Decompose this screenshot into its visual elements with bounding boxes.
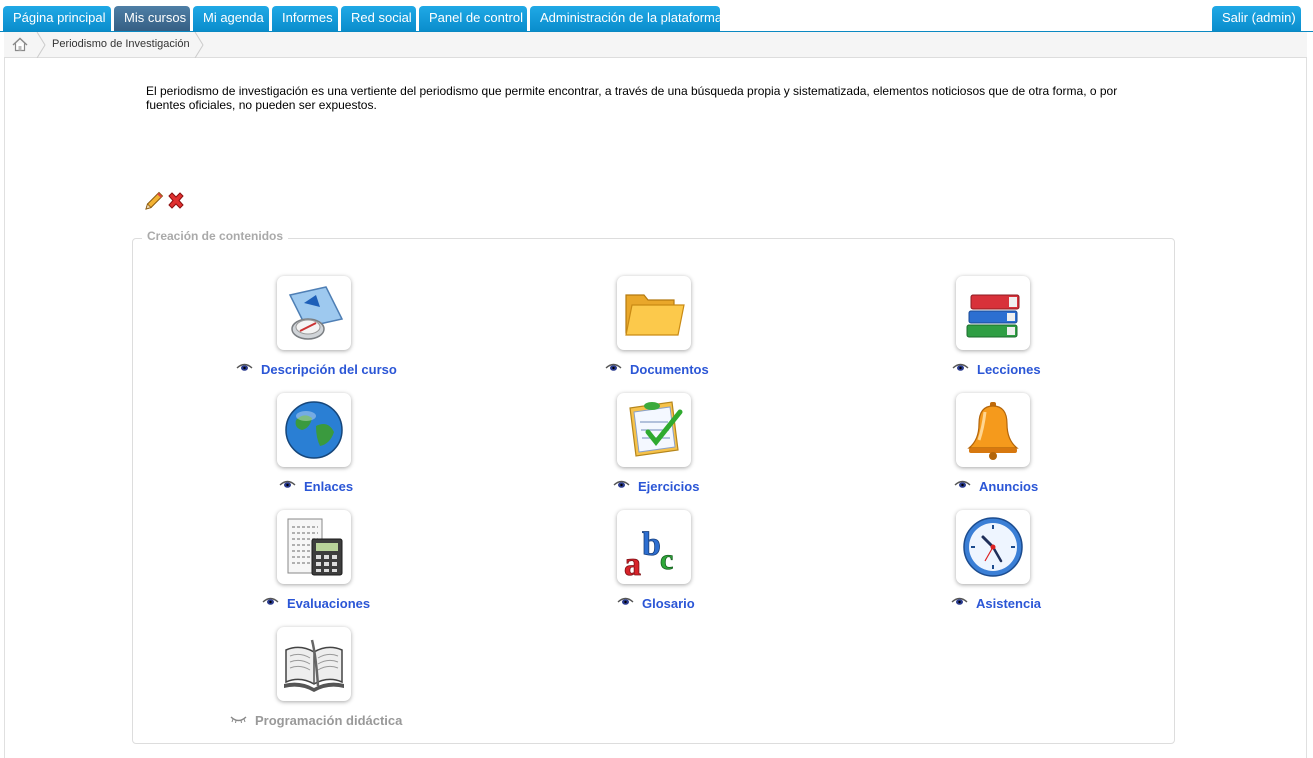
tool-attendance[interactable]: Asistencia bbox=[951, 596, 1041, 614]
tool-label-text[interactable]: Asistencia bbox=[976, 596, 1041, 611]
tool-label-text[interactable]: Lecciones bbox=[977, 362, 1041, 377]
course-progress-tool[interactable] bbox=[277, 627, 351, 701]
tab-mis-cursos[interactable]: Mis cursos bbox=[114, 6, 190, 31]
tool-glossary[interactable]: Glosario bbox=[617, 596, 695, 614]
assessments-tool[interactable] bbox=[277, 510, 351, 584]
announcements-tool[interactable] bbox=[956, 393, 1030, 467]
tab-red-social[interactable]: Red social bbox=[341, 6, 416, 31]
tool-exercises[interactable]: Ejercicios bbox=[613, 479, 699, 497]
glossary-tool[interactable]: a b c bbox=[617, 510, 691, 584]
tab-administracion[interactable]: Administración de la plataforma bbox=[530, 6, 722, 31]
visibility-eye-icon[interactable] bbox=[951, 596, 968, 606]
checklist-icon bbox=[629, 401, 683, 457]
visibility-eye-icon[interactable] bbox=[262, 596, 279, 606]
tool-assessments[interactable]: Evaluaciones bbox=[262, 596, 370, 614]
tab-informes[interactable]: Informes bbox=[272, 6, 338, 31]
tool-course-description[interactable]: Descripción del curso bbox=[236, 362, 397, 380]
breadcrumb-separator-icon bbox=[36, 32, 46, 58]
globe-icon bbox=[285, 401, 343, 459]
svg-text:c: c bbox=[660, 543, 673, 576]
visibility-eye-icon[interactable] bbox=[954, 479, 971, 489]
documents-tool[interactable] bbox=[617, 276, 691, 350]
visibility-eye-icon[interactable] bbox=[613, 479, 630, 489]
delete-x-icon[interactable] bbox=[165, 190, 187, 212]
visibility-eye-icon[interactable] bbox=[617, 596, 634, 606]
attendance-tool[interactable] bbox=[956, 510, 1030, 584]
tab-pagina-principal[interactable]: Página principal bbox=[3, 6, 111, 31]
tool-label-text[interactable]: Documentos bbox=[630, 362, 709, 377]
links-tool[interactable] bbox=[277, 393, 351, 467]
section-title: Creación de contenidos bbox=[142, 229, 289, 243]
calculator-icon bbox=[287, 518, 343, 576]
lessons-tool[interactable] bbox=[956, 276, 1030, 350]
svg-text:a: a bbox=[624, 546, 641, 579]
clock-icon bbox=[963, 517, 1023, 577]
tool-label-text[interactable]: Glosario bbox=[642, 596, 695, 611]
tool-course-progress[interactable]: Programación didáctica bbox=[230, 713, 402, 731]
svg-text:b: b bbox=[642, 526, 661, 563]
tool-links[interactable]: Enlaces bbox=[279, 479, 353, 497]
tool-label-text[interactable]: Enlaces bbox=[304, 479, 353, 494]
tool-label-text[interactable]: Programación didáctica bbox=[255, 713, 402, 728]
tab-mi-agenda[interactable]: Mi agenda bbox=[193, 6, 269, 31]
logout-button[interactable]: Salir (admin) bbox=[1212, 6, 1301, 31]
tool-label-text[interactable]: Anuncios bbox=[979, 479, 1038, 494]
exercises-tool[interactable] bbox=[617, 393, 691, 467]
tool-label-text[interactable]: Descripción del curso bbox=[261, 362, 397, 377]
books-icon bbox=[966, 294, 1020, 338]
bell-icon bbox=[967, 402, 1019, 460]
home-icon[interactable] bbox=[12, 37, 28, 52]
breadcrumb: Periodismo de Investigación bbox=[4, 32, 1307, 58]
course-description-tool[interactable] bbox=[277, 276, 351, 350]
tool-lessons[interactable]: Lecciones bbox=[952, 362, 1041, 380]
tool-documents[interactable]: Documentos bbox=[605, 362, 709, 380]
top-navigation: Página principal Mis cursos Mi agenda In… bbox=[0, 0, 1313, 32]
breadcrumb-current[interactable]: Periodismo de Investigación bbox=[52, 38, 190, 50]
visibility-eye-icon[interactable] bbox=[605, 362, 622, 372]
visibility-eye-icon[interactable] bbox=[236, 362, 253, 372]
visibility-eye-icon[interactable] bbox=[279, 479, 296, 489]
edit-pencil-icon[interactable] bbox=[143, 190, 165, 212]
hidden-eye-icon[interactable] bbox=[230, 713, 247, 723]
course-introduction: El periodismo de investigación es una ve… bbox=[146, 84, 1118, 112]
abc-icon: a b c bbox=[624, 526, 674, 579]
course-description-icon bbox=[288, 286, 344, 340]
tool-announcements[interactable]: Anuncios bbox=[954, 479, 1038, 497]
tab-panel-de-control[interactable]: Panel de control bbox=[419, 6, 527, 31]
tool-label-text[interactable]: Evaluaciones bbox=[287, 596, 370, 611]
tool-label-text[interactable]: Ejercicios bbox=[638, 479, 699, 494]
visibility-eye-icon[interactable] bbox=[952, 362, 969, 372]
open-book-icon bbox=[284, 639, 344, 692]
breadcrumb-separator-icon bbox=[194, 32, 204, 58]
folder-icon bbox=[625, 294, 685, 336]
